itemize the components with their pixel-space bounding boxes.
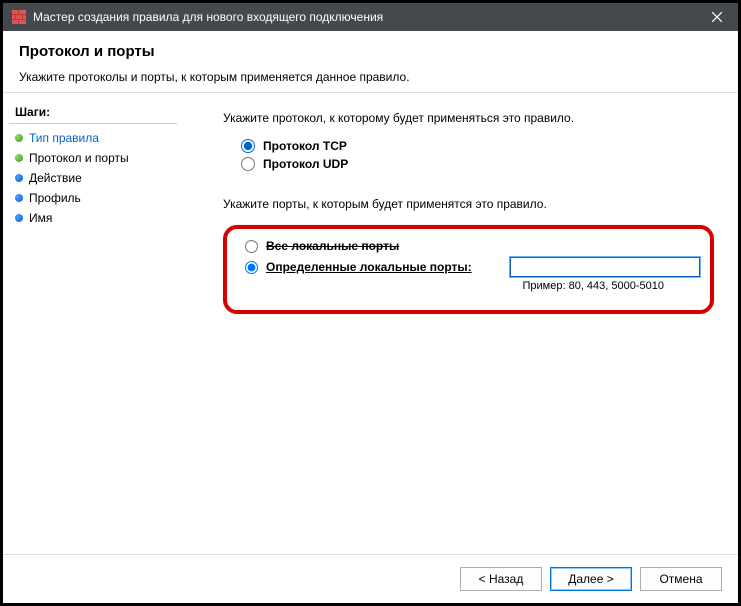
step-label: Профиль — [29, 191, 81, 205]
wizard-main: Укажите протокол, к которому будет приме… — [183, 93, 738, 554]
ports-prompt: Укажите порты, к которым будет применятс… — [223, 197, 714, 211]
close-button[interactable] — [696, 3, 738, 31]
step-protocol-ports: Протокол и порты — [9, 148, 177, 168]
specific-ports-input[interactable] — [510, 257, 700, 277]
window-title: Мастер создания правила для нового входя… — [33, 10, 696, 24]
next-button[interactable]: Далее > — [550, 567, 632, 591]
titlebar: Мастер создания правила для нового входя… — [3, 3, 738, 31]
back-button[interactable]: < Назад — [460, 567, 542, 591]
wizard-footer: < Назад Далее > Отмена — [3, 554, 738, 603]
page-title: Протокол и порты — [19, 43, 722, 60]
cancel-button[interactable]: Отмена — [640, 567, 722, 591]
specific-ports-row[interactable]: Определенные локальные порты: — [245, 257, 700, 277]
wizard-header: Протокол и порты Укажите протоколы и пор… — [3, 31, 738, 92]
step-label: Тип правила — [29, 131, 99, 145]
highlight-annotation: Все локальные порты Определенные локальн… — [223, 225, 714, 314]
steps-heading: Шаги: — [9, 103, 177, 124]
all-ports-label: Все локальные порты — [266, 239, 399, 253]
wizard-steps-sidebar: Шаги: Тип правила Протокол и порты Дейст… — [3, 93, 183, 554]
protocol-tcp-label: Протокол TCP — [263, 139, 347, 153]
step-profile: Профиль — [9, 188, 177, 208]
bullet-icon — [15, 174, 23, 182]
all-ports-row[interactable]: Все локальные порты — [245, 239, 700, 253]
protocol-udp-label: Протокол UDP — [263, 157, 348, 171]
bullet-icon — [15, 154, 23, 162]
protocol-prompt: Укажите протокол, к которому будет приме… — [223, 111, 714, 125]
protocol-udp-radio[interactable] — [241, 157, 255, 171]
step-name: Имя — [9, 208, 177, 228]
protocol-tcp-radio[interactable] — [241, 139, 255, 153]
ports-example: Пример: 80, 443, 5000-5010 — [237, 280, 700, 292]
step-action: Действие — [9, 168, 177, 188]
step-rule-type[interactable]: Тип правила — [9, 128, 177, 148]
bullet-icon — [15, 134, 23, 142]
bullet-icon — [15, 214, 23, 222]
firewall-icon — [11, 9, 27, 25]
step-label: Протокол и порты — [29, 151, 129, 165]
protocol-udp-row[interactable]: Протокол UDP — [241, 157, 714, 171]
close-icon — [712, 12, 722, 22]
specific-ports-label: Определенные локальные порты: — [266, 260, 472, 274]
page-subtitle: Укажите протоколы и порты, к которым при… — [19, 70, 722, 84]
all-ports-radio[interactable] — [245, 240, 258, 253]
protocol-tcp-row[interactable]: Протокол TCP — [241, 139, 714, 153]
step-label: Действие — [29, 171, 82, 185]
specific-ports-radio[interactable] — [245, 261, 258, 274]
bullet-icon — [15, 194, 23, 202]
step-label: Имя — [29, 211, 52, 225]
